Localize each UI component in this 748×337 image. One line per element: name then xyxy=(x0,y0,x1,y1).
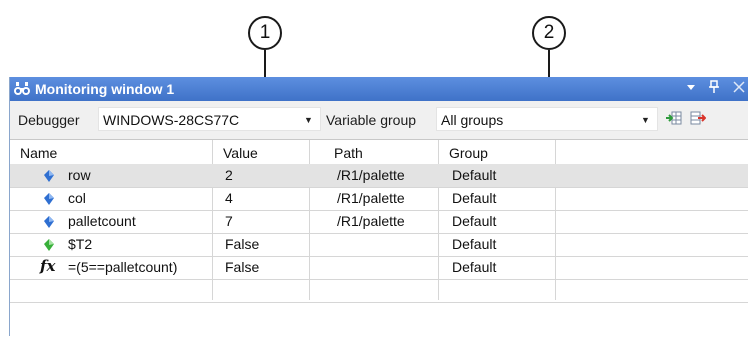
table-row[interactable]: col 4 /R1/palette Default xyxy=(10,187,748,211)
pin-icon[interactable] xyxy=(708,80,720,97)
row-group: Default xyxy=(452,190,497,206)
debugger-label: Debugger xyxy=(18,112,80,128)
table-row[interactable]: $T2 False Default xyxy=(10,233,748,257)
row-group: Default xyxy=(452,167,497,183)
row-group: Default xyxy=(452,236,497,252)
callout-2: 2 xyxy=(532,16,566,50)
fx-expression-icon: fx xyxy=(40,257,56,275)
row-name: row xyxy=(68,167,91,183)
row-value: False xyxy=(225,259,260,275)
green-variable-icon xyxy=(44,238,54,254)
blue-variable-icon xyxy=(44,192,54,208)
window-titlebar[interactable]: Monitoring window 1 xyxy=(10,77,748,101)
row-name: $T2 xyxy=(68,236,93,252)
variable-group-label: Variable group xyxy=(326,112,417,128)
blue-variable-icon xyxy=(44,169,54,185)
row-group: Default xyxy=(452,213,497,229)
variable-group-select-value: All groups xyxy=(441,112,504,128)
row-name: palletcount xyxy=(68,213,136,229)
row-value: False xyxy=(225,236,260,252)
row-value: 4 xyxy=(225,190,233,206)
column-header-value[interactable]: Value xyxy=(223,145,258,161)
window-menu-chevron-icon[interactable] xyxy=(686,80,696,97)
add-variable-icon[interactable] xyxy=(666,111,682,128)
window-title: Monitoring window 1 xyxy=(35,81,175,97)
column-header-name[interactable]: Name xyxy=(20,145,57,161)
row-value: 7 xyxy=(225,213,233,229)
table-row[interactable]: fx =(5==palletcount) False Default xyxy=(10,256,748,280)
variable-group-select[interactable]: All groups xyxy=(436,107,658,131)
debugger-select-value: WINDOWS-28CS77C xyxy=(103,112,240,128)
row-value: 2 xyxy=(225,167,233,183)
debugger-select[interactable]: WINDOWS-28CS77C xyxy=(98,107,321,131)
empty-row[interactable] xyxy=(10,279,748,303)
remove-variable-icon[interactable] xyxy=(690,111,707,128)
variables-table: Name Value Path Group row 2 /R1/palette … xyxy=(10,139,748,337)
monitoring-window: Monitoring window 1 Debugger WINDOWS-28C… xyxy=(9,77,748,337)
close-icon[interactable] xyxy=(732,80,746,97)
row-name: col xyxy=(68,190,86,206)
callout-1: 1 xyxy=(248,16,282,50)
table-row[interactable]: row 2 /R1/palette Default xyxy=(10,164,748,188)
column-header-path[interactable]: Path xyxy=(334,145,363,161)
row-path: /R1/palette xyxy=(337,190,405,206)
column-header-group[interactable]: Group xyxy=(449,145,488,161)
row-path: /R1/palette xyxy=(337,213,405,229)
binoculars-icon xyxy=(14,82,30,99)
blue-variable-icon xyxy=(44,215,54,231)
table-header: Name Value Path Group xyxy=(10,140,748,165)
row-group: Default xyxy=(452,259,497,275)
row-path: /R1/palette xyxy=(337,167,405,183)
table-row[interactable]: palletcount 7 /R1/palette Default xyxy=(10,210,748,234)
variable-group-dropdown-arrow-icon[interactable]: ▼ xyxy=(641,115,650,125)
window-toolbar: Debugger WINDOWS-28CS77C ▼ Variable grou… xyxy=(10,101,748,135)
row-name: =(5==palletcount) xyxy=(68,259,178,275)
debugger-dropdown-arrow-icon[interactable]: ▼ xyxy=(304,115,313,125)
